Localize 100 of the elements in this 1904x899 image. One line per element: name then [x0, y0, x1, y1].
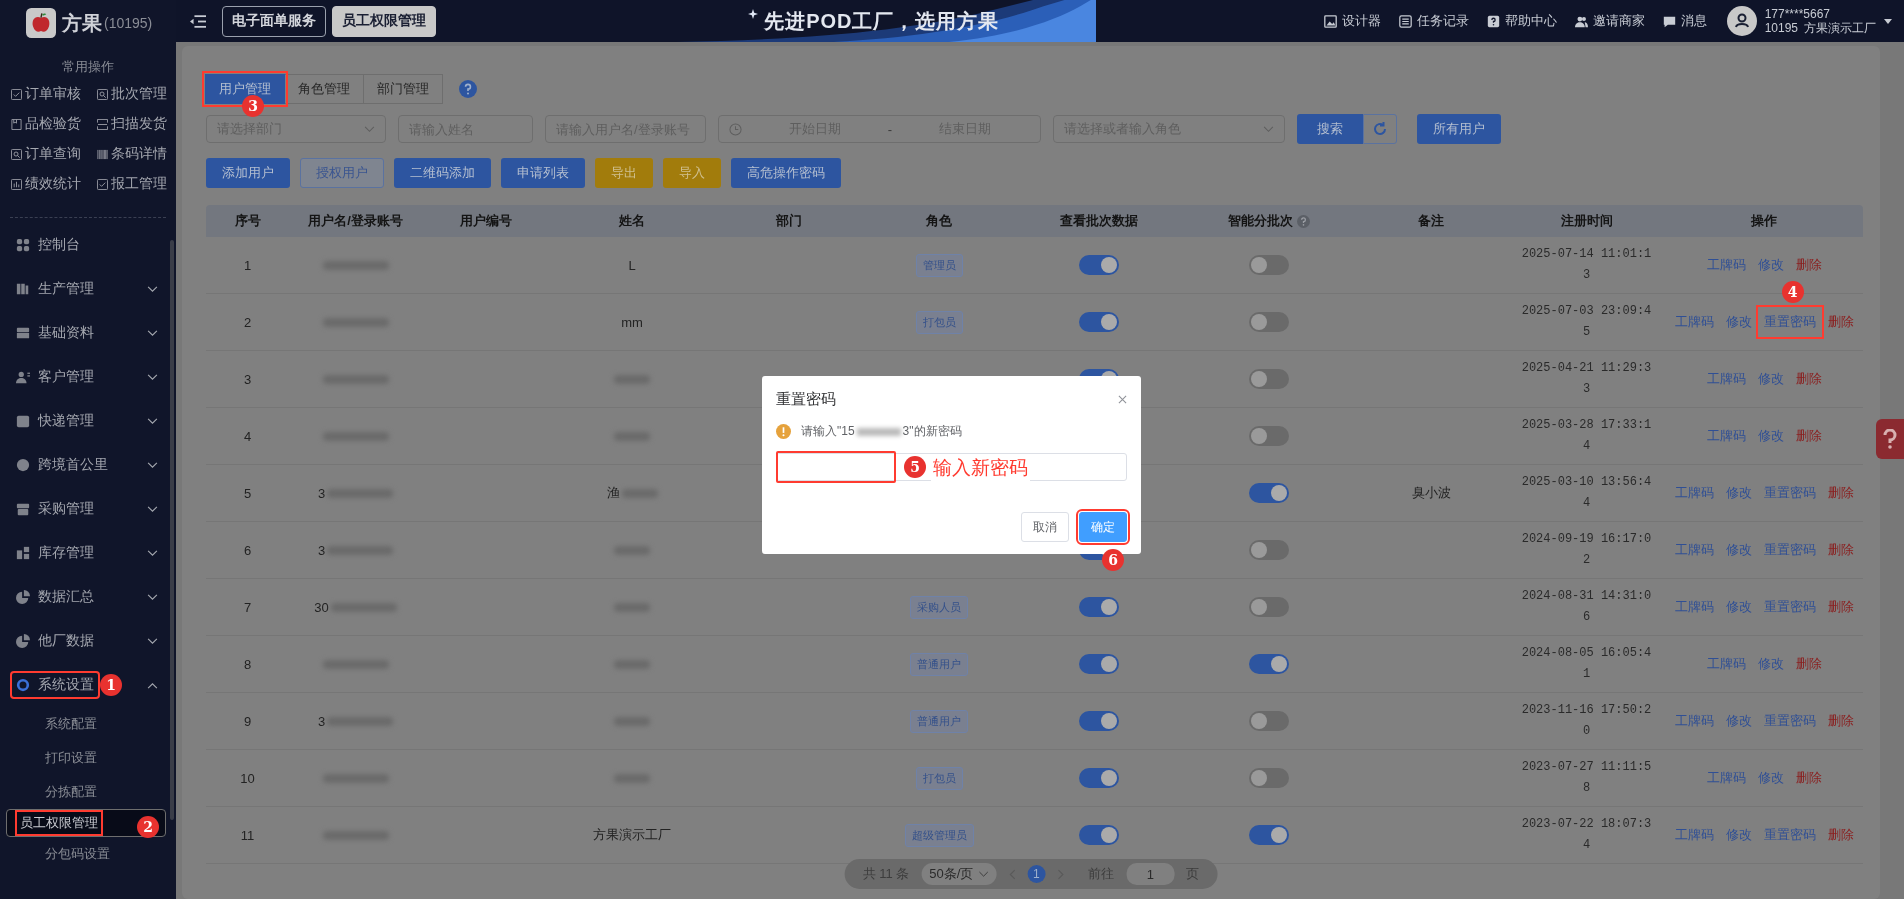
action-link[interactable]: 修改	[1757, 427, 1784, 445]
toolbar-button[interactable]: 二维码添加	[394, 158, 491, 188]
toggle-switch[interactable]	[1079, 711, 1119, 731]
toggle-switch[interactable]	[1249, 255, 1289, 275]
caret-icon[interactable]	[1884, 18, 1892, 24]
action-link[interactable]: 删除	[1795, 427, 1822, 445]
action-link[interactable]: 删除	[1795, 370, 1822, 388]
header-link[interactable]: 邀请商家	[1574, 12, 1645, 30]
action-link[interactable]: 修改	[1757, 256, 1784, 274]
menu-icon[interactable]	[190, 14, 206, 28]
toggle-switch[interactable]	[1249, 711, 1289, 731]
action-link[interactable]: 删除	[1827, 484, 1854, 502]
toggle-switch[interactable]	[1249, 483, 1289, 503]
tab[interactable]: 部门管理	[363, 74, 443, 104]
menu-item[interactable]: 采购管理	[0, 487, 176, 531]
toolbar-button[interactable]: 申请列表	[501, 158, 585, 188]
action-link[interactable]: 修改	[1725, 598, 1752, 616]
action-link[interactable]: 修改	[1725, 484, 1752, 502]
action-link[interactable]: 工牌码	[1674, 484, 1714, 502]
menu-item[interactable]: 数据汇总	[0, 575, 176, 619]
action-link[interactable]: 工牌码	[1706, 427, 1746, 445]
help-icon[interactable]	[1297, 214, 1310, 228]
header-link[interactable]: 帮助中心	[1486, 12, 1557, 30]
top-tab[interactable]: 电子面单服务	[222, 5, 326, 37]
action-link[interactable]: 删除	[1827, 712, 1854, 730]
action-link[interactable]: 修改	[1725, 712, 1752, 730]
submenu-item[interactable]: 分包码设置	[6, 837, 166, 871]
action-link[interactable]: 重置密码	[1763, 712, 1816, 730]
toolbar-button[interactable]: 授权用户	[300, 158, 384, 188]
toolbar-button[interactable]: 导出	[595, 158, 653, 188]
action-link[interactable]: 删除	[1827, 541, 1854, 559]
action-link[interactable]: 修改	[1725, 313, 1752, 331]
close-icon[interactable]	[1118, 395, 1127, 404]
action-link[interactable]: 工牌码	[1674, 598, 1714, 616]
menu-item[interactable]: 系统设置 1	[0, 663, 176, 707]
submenu-item[interactable]: 员工权限管理 2	[6, 809, 166, 837]
toggle-switch[interactable]	[1249, 825, 1289, 845]
header-link[interactable]: 消息	[1662, 12, 1707, 30]
avatar-icon[interactable]	[1726, 6, 1757, 36]
action-link[interactable]: 工牌码	[1674, 541, 1714, 559]
help-tab[interactable]	[1876, 419, 1904, 459]
menu-item[interactable]: 快递管理	[0, 399, 176, 443]
toggle-switch[interactable]	[1249, 369, 1289, 389]
action-link[interactable]: 重置密码	[1763, 826, 1816, 844]
action-link[interactable]: 工牌码	[1706, 256, 1746, 274]
action-link[interactable]: 修改	[1725, 541, 1752, 559]
search-button[interactable]: 搜索	[1297, 114, 1363, 144]
toolbar-button[interactable]: 高危操作密码	[731, 158, 841, 188]
action-link[interactable]: 工牌码	[1706, 655, 1746, 673]
action-link[interactable]: 删除	[1827, 313, 1854, 331]
quick-action-link[interactable]: 批次管理	[97, 83, 177, 105]
quick-action-link[interactable]: 条码详情	[97, 143, 177, 165]
toggle-switch[interactable]	[1079, 768, 1119, 788]
menu-item[interactable]: 客户管理	[0, 355, 176, 399]
action-link[interactable]: 工牌码	[1674, 712, 1714, 730]
quick-action-link[interactable]: 订单查询	[11, 143, 97, 165]
action-link[interactable]: 重置密码	[1763, 541, 1816, 559]
toggle-switch[interactable]	[1249, 426, 1289, 446]
action-link[interactable]: 删除	[1795, 655, 1822, 673]
action-link[interactable]: 工牌码	[1706, 370, 1746, 388]
page-size-select[interactable]: 50条/页	[921, 863, 997, 885]
action-link[interactable]: 工牌码	[1706, 769, 1746, 787]
quick-action-link[interactable]: 订单审核	[11, 83, 97, 105]
quick-action-link[interactable]: 报工管理	[97, 173, 177, 195]
scrollbar[interactable]	[170, 240, 174, 820]
toggle-switch[interactable]	[1079, 654, 1119, 674]
toggle-switch[interactable]	[1249, 540, 1289, 560]
action-link[interactable]: 修改	[1757, 370, 1784, 388]
action-link[interactable]: 重置密码	[1763, 598, 1816, 616]
page-number[interactable]: 1	[1027, 865, 1046, 883]
action-link[interactable]: 重置密码	[1763, 484, 1816, 502]
help-icon[interactable]	[459, 80, 477, 98]
toggle-switch[interactable]	[1249, 597, 1289, 617]
top-tab[interactable]: 员工权限管理	[332, 5, 436, 37]
action-link[interactable]: 删除	[1827, 598, 1854, 616]
submenu-item[interactable]: 打印设置	[6, 741, 166, 775]
all-users-button[interactable]: 所有用户	[1417, 114, 1501, 144]
menu-item[interactable]: 跨境首公里	[0, 443, 176, 487]
menu-item[interactable]: 库存管理	[0, 531, 176, 575]
quick-action-link[interactable]: 扫描发货	[97, 113, 177, 135]
quick-action-link[interactable]: 品检验货	[11, 113, 97, 135]
action-link[interactable]: 删除	[1795, 256, 1822, 274]
quick-action-link[interactable]: 绩效统计	[11, 173, 97, 195]
header-link[interactable]: 设计器	[1323, 12, 1381, 30]
action-link[interactable]: 删除	[1827, 826, 1854, 844]
action-link[interactable]: 修改	[1757, 769, 1784, 787]
toggle-switch[interactable]	[1249, 312, 1289, 332]
toggle-switch[interactable]	[1079, 597, 1119, 617]
toolbar-button[interactable]: 添加用户	[206, 158, 290, 188]
header-link[interactable]: 任务记录	[1398, 12, 1469, 30]
menu-item[interactable]: 基础资料	[0, 311, 176, 355]
toolbar-button[interactable]: 导入	[663, 158, 721, 188]
toggle-switch[interactable]	[1079, 312, 1119, 332]
toggle-switch[interactable]	[1249, 654, 1289, 674]
action-link[interactable]: 修改	[1725, 826, 1752, 844]
toggle-switch[interactable]	[1079, 255, 1119, 275]
action-link[interactable]: 工牌码	[1674, 826, 1714, 844]
action-link[interactable]: 工牌码	[1674, 313, 1714, 331]
menu-item[interactable]: 控制台	[0, 223, 176, 267]
menu-item[interactable]: 他厂数据	[0, 619, 176, 663]
